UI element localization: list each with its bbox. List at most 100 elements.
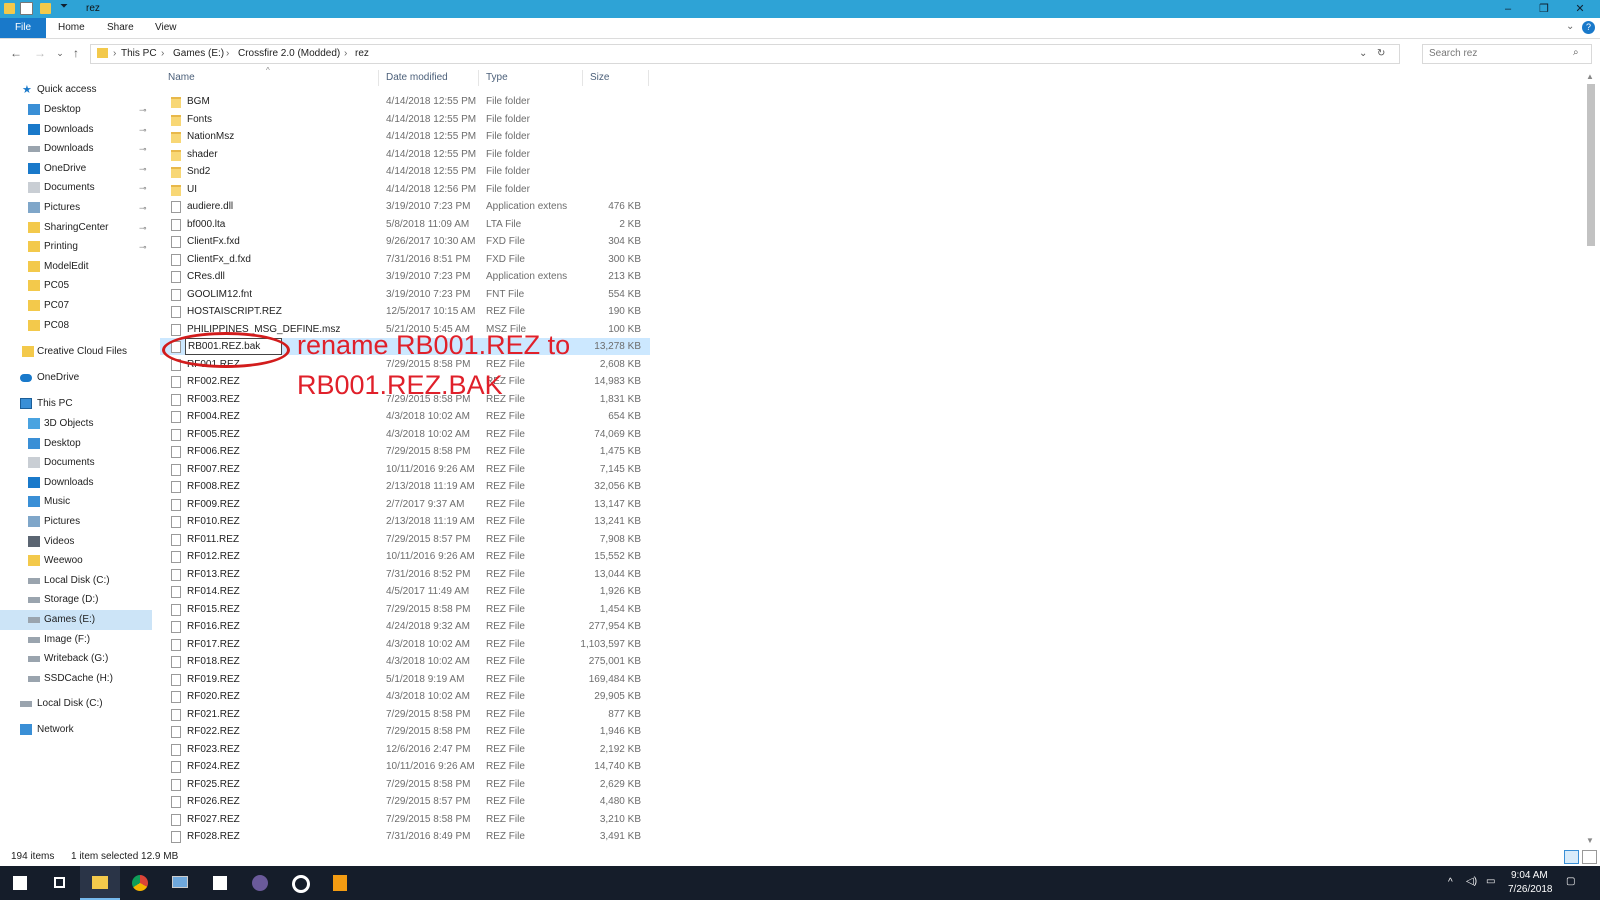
show-hidden-icons-icon[interactable]: ^ <box>1448 877 1453 888</box>
sidebar-item-this-pc-5[interactable]: Music <box>0 492 152 512</box>
scroll-up-icon[interactable]: ▲ <box>1586 72 1594 81</box>
breadcrumb-rez[interactable]: rez <box>355 48 369 59</box>
sidebar-item-quick-access[interactable]: ★ Quick access <box>0 80 152 100</box>
file-row[interactable]: UI 4/14/2018 12:56 PM File folder <box>160 181 650 198</box>
obs-icon[interactable] <box>240 866 280 900</box>
details-view-icon[interactable] <box>1564 850 1579 864</box>
file-row[interactable]: audiere.dll 3/19/2010 7:23 PM Application … <box>160 198 650 215</box>
sidebar-item-this-pc-8[interactable]: Weewoo <box>0 551 152 571</box>
pin-icon[interactable]: ⊸ <box>139 237 147 257</box>
search-input[interactable]: Search rez ⌕ <box>1422 44 1592 64</box>
sidebar-item-creative-cloud[interactable]: Creative Cloud Files <box>0 342 152 362</box>
sidebar-item-network[interactable]: Network <box>0 720 152 740</box>
minimize-button[interactable]: – <box>1494 1 1522 17</box>
sidebar-item-this-pc-12[interactable]: Image (F:) <box>0 630 152 650</box>
file-row[interactable]: RF016.REZ 4/24/2018 9:32 AM REZ File 277,95… <box>160 618 650 635</box>
back-button[interactable]: ← <box>8 45 24 61</box>
pin-icon[interactable]: ⊸ <box>139 159 147 179</box>
sidebar-item-quick-access-11[interactable]: PC07 <box>0 296 152 316</box>
file-row[interactable]: RF008.REZ 2/13/2018 11:19 AM REZ File 32,05… <box>160 478 650 495</box>
sidebar-item-this-pc-11[interactable]: Games (E:) <box>0 610 152 630</box>
tab-view[interactable]: View <box>145 18 187 38</box>
large-icons-view-icon[interactable] <box>1582 850 1597 864</box>
maximize-button[interactable]: ❐ <box>1530 1 1558 17</box>
file-row[interactable]: RF023.REZ 12/6/2016 2:47 PM REZ File 2,192 … <box>160 741 650 758</box>
properties-icon[interactable] <box>20 2 33 15</box>
file-row[interactable]: RF004.REZ 4/3/2018 10:02 AM REZ File 654 KB <box>160 408 650 425</box>
column-divider[interactable] <box>378 70 379 86</box>
clock-time[interactable]: 9:04 AM <box>1511 870 1548 881</box>
file-row[interactable]: RF007.REZ 10/11/2016 9:26 AM REZ File 7,145… <box>160 461 650 478</box>
file-row[interactable]: NationMsz 4/14/2018 12:55 PM File folder <box>160 128 650 145</box>
scrollbar-thumb[interactable] <box>1587 84 1595 246</box>
column-divider[interactable] <box>648 70 649 86</box>
file-row[interactable]: RF017.REZ 4/3/2018 10:02 AM REZ File 1,103,… <box>160 636 650 653</box>
column-date-modified[interactable]: Date modified <box>386 72 448 83</box>
pin-icon[interactable]: ⊸ <box>139 100 147 120</box>
up-button[interactable]: ↑ <box>68 45 84 61</box>
file-row[interactable]: HOSTAISCRIPT.REZ 12/5/2017 10:15 AM REZ Fi… <box>160 303 650 320</box>
file-row[interactable]: RF021.REZ 7/29/2015 8:58 PM REZ File 877 KB <box>160 706 650 723</box>
file-row[interactable]: RF014.REZ 4/5/2017 11:49 AM REZ File 1,926 … <box>160 583 650 600</box>
search-icon[interactable]: ⌕ <box>1573 47 1579 58</box>
sidebar-item-quick-access-9[interactable]: ModelEdit <box>0 257 152 277</box>
file-row[interactable]: BGM 4/14/2018 12:55 PM File folder <box>160 93 650 110</box>
file-row[interactable]: RF022.REZ 7/29/2015 8:58 PM REZ File 1,946 … <box>160 723 650 740</box>
sidebar-item-quick-access-7[interactable]: SharingCenter ⊸ <box>0 218 152 238</box>
address-bar[interactable]: › This PC › Games (E:) › Crossfire 2.0 (… <box>90 44 1400 64</box>
new-folder-icon[interactable] <box>40 3 51 14</box>
vertical-scrollbar[interactable]: ▲ ▼ <box>1584 72 1598 848</box>
file-explorer-icon[interactable] <box>80 866 120 900</box>
column-size[interactable]: Size <box>590 72 609 83</box>
close-button[interactable]: ✕ <box>1566 1 1594 17</box>
sidebar-item-quick-access-4[interactable]: OneDrive ⊸ <box>0 159 152 179</box>
breadcrumb-games-drive[interactable]: Games (E:) <box>173 48 224 59</box>
column-type[interactable]: Type <box>486 72 508 83</box>
file-row[interactable]: RF006.REZ 7/29/2015 8:58 PM REZ File 1,475 … <box>160 443 650 460</box>
file-row[interactable]: GOOLIM12.fnt 3/19/2010 7:23 PM FNT File 554… <box>160 286 650 303</box>
column-divider[interactable] <box>478 70 479 86</box>
scroll-down-icon[interactable]: ▼ <box>1586 836 1594 845</box>
network-tray-icon[interactable]: ▭ <box>1486 876 1495 887</box>
file-row[interactable]: RF018.REZ 4/3/2018 10:02 AM REZ File 275,00… <box>160 653 650 670</box>
pin-icon[interactable]: ⊸ <box>139 139 147 159</box>
file-row[interactable]: shader 4/14/2018 12:55 PM File folder <box>160 146 650 163</box>
sidebar-item-quick-access-2[interactable]: Downloads ⊸ <box>0 120 152 140</box>
file-row[interactable]: Fonts 4/14/2018 12:55 PM File folder <box>160 111 650 128</box>
sidebar-item-this-pc-14[interactable]: SSDCache (H:) <box>0 669 152 689</box>
refresh-icon[interactable]: ↻ <box>1377 48 1385 59</box>
tab-file[interactable]: File <box>0 18 46 38</box>
sidebar-item-this-pc-13[interactable]: Writeback (G:) <box>0 649 152 669</box>
file-row[interactable]: RF013.REZ 7/31/2016 8:52 PM REZ File 13,044… <box>160 566 650 583</box>
help-icon[interactable]: ? <box>1582 21 1595 34</box>
windows-start-icon[interactable] <box>0 866 40 900</box>
sidebar-item-this-pc-3[interactable]: Documents <box>0 453 152 473</box>
column-divider[interactable] <box>582 70 583 86</box>
file-row[interactable]: ClientFx_d.fxd 7/31/2016 8:51 PM FXD File 3… <box>160 251 650 268</box>
file-row[interactable]: RF024.REZ 10/11/2016 9:26 AM REZ File 14,74… <box>160 758 650 775</box>
file-row[interactable]: RF009.REZ 2/7/2017 9:37 AM REZ File 13,147 … <box>160 496 650 513</box>
sidebar-item-this-pc-1[interactable]: 3D Objects <box>0 414 152 434</box>
file-row[interactable]: RF025.REZ 7/29/2015 8:58 PM REZ File 2,629 … <box>160 776 650 793</box>
target-icon[interactable] <box>280 866 320 900</box>
ribbon-expand-icon[interactable]: ⌄ <box>1566 21 1574 32</box>
sticky-notes-icon[interactable] <box>200 866 240 900</box>
pin-icon[interactable]: ⊸ <box>139 218 147 238</box>
pin-icon[interactable]: ⊸ <box>139 198 147 218</box>
sidebar-item-this-pc[interactable]: This PC <box>0 394 152 414</box>
clock-date[interactable]: 7/26/2018 <box>1508 884 1553 895</box>
sidebar-item-this-pc-2[interactable]: Desktop <box>0 434 152 454</box>
volume-icon[interactable]: ◁) <box>1466 876 1477 887</box>
file-row[interactable]: RF027.REZ 7/29/2015 8:58 PM REZ File 3,210 … <box>160 811 650 828</box>
sidebar-item-local-disk[interactable]: Local Disk (C:) <box>0 694 152 714</box>
breadcrumb-crossfire[interactable]: Crossfire 2.0 (Modded) <box>238 48 340 59</box>
task-view-icon[interactable] <box>40 866 80 900</box>
forward-button[interactable]: → <box>32 45 48 61</box>
column-name[interactable]: Name <box>168 72 195 83</box>
sublime-text-icon[interactable] <box>320 866 360 900</box>
sidebar-item-quick-access-5[interactable]: Documents ⊸ <box>0 178 152 198</box>
file-row[interactable]: bf000.lta 5/8/2018 11:09 AM LTA File 2 KB <box>160 216 650 233</box>
file-row[interactable]: RF026.REZ 7/29/2015 8:57 PM REZ File 4,480 … <box>160 793 650 810</box>
pin-icon[interactable]: ⊸ <box>139 178 147 198</box>
file-row[interactable]: CRes.dll 3/19/2010 7:23 PM Application ext… <box>160 268 650 285</box>
